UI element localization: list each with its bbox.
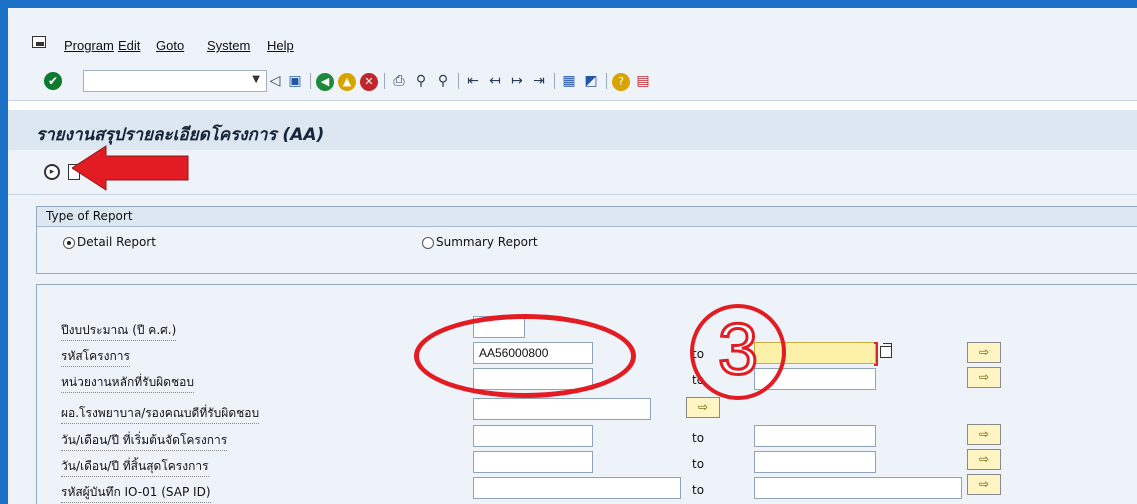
- director-multiple-selection-button[interactable]: ⇨: [686, 397, 720, 418]
- system-menu-icon[interactable]: [32, 36, 46, 48]
- summary-report-label[interactable]: Summary Report: [436, 235, 538, 249]
- project-start-date-to-label: to: [692, 431, 705, 445]
- project-code-multiple-selection-button[interactable]: ⇨: [967, 342, 1001, 363]
- standard-toolbar: ✔ ▼ ◁ ▣ ◀ ▲ ✕ ⎙ ⚲ ⚲ ⇤ ↤ ↦ ⇥ ▦ ◩ ? ▤: [8, 64, 1137, 101]
- detail-report-radio[interactable]: [63, 237, 75, 249]
- execute-icon[interactable]: ▸: [44, 164, 60, 180]
- report-type-group: Type of Report Detail Report Summary Rep…: [36, 206, 1137, 274]
- recorder-id-to-label: to: [692, 483, 705, 497]
- recorder-id-label: รหัสผู้บันทึก IO-01 (SAP ID): [61, 483, 211, 503]
- toolbar-separator: [384, 73, 385, 89]
- project-start-date-label: วัน/เดือน/ปี ที่เริ่มต้นจัดโครงการ: [61, 431, 228, 451]
- fiscal-year-label: ปีงบประมาณ (ปี ค.ศ.): [61, 321, 177, 341]
- recorder-id-multiple-selection-button[interactable]: ⇨: [967, 474, 1001, 495]
- find-icon[interactable]: ⚲: [412, 71, 430, 91]
- group-title: Type of Report: [37, 207, 1137, 227]
- project-end-date-to-input[interactable]: [754, 451, 876, 473]
- window-frame-left: [0, 0, 8, 504]
- project-start-date-from-input[interactable]: [473, 425, 593, 447]
- customize-layout-icon[interactable]: ▤: [634, 71, 652, 91]
- project-end-date-from-input[interactable]: [473, 451, 593, 473]
- help-icon[interactable]: ?: [612, 73, 630, 91]
- menu-edit[interactable]: Edit: [118, 38, 140, 53]
- toolbar-separator: [606, 73, 607, 89]
- step-number: 3: [716, 309, 759, 392]
- red-arrow-annotation: [72, 145, 189, 191]
- shortcut-icon[interactable]: ◩: [582, 71, 600, 91]
- cancel-icon[interactable]: ✕: [360, 73, 378, 91]
- save-icon[interactable]: ▣: [286, 71, 304, 91]
- toolbar-separator: [310, 73, 311, 89]
- back-icon[interactable]: ◁: [266, 71, 284, 91]
- summary-report-radio[interactable]: [422, 237, 434, 249]
- menu-program[interactable]: Program: [64, 38, 114, 53]
- responsible-unit-multiple-selection-button[interactable]: ⇨: [967, 367, 1001, 388]
- create-session-icon[interactable]: ▦: [560, 71, 578, 91]
- command-field[interactable]: ▼: [83, 70, 267, 92]
- toolbar-separator: [458, 73, 459, 89]
- menu-bar: Program Edit Goto System Help: [8, 8, 1137, 64]
- detail-report-label[interactable]: Detail Report: [77, 235, 156, 249]
- project-start-date-to-input[interactable]: [754, 425, 876, 447]
- first-page-icon[interactable]: ⇤: [464, 71, 482, 91]
- enter-icon[interactable]: ✔: [44, 72, 62, 90]
- copy-icon[interactable]: [880, 343, 892, 358]
- menu-help[interactable]: Help: [267, 38, 294, 53]
- focus-marker: [874, 342, 878, 366]
- recorder-id-to-input[interactable]: [754, 477, 962, 499]
- menu-system[interactable]: System: [207, 38, 250, 53]
- back-green-icon[interactable]: ◀: [316, 73, 334, 91]
- last-page-icon[interactable]: ⇥: [530, 71, 548, 91]
- exit-icon[interactable]: ▲: [338, 73, 356, 91]
- print-icon[interactable]: ⎙: [390, 71, 408, 91]
- toolbar-separator: [554, 73, 555, 89]
- director-label: ผอ.โรงพยาบาล/รองคณบดีที่รับผิดชอบ: [61, 404, 260, 424]
- responsible-unit-label: หน่วยงานหลักที่รับผิดชอบ: [61, 373, 194, 393]
- project-start-date-multiple-selection-button[interactable]: ⇨: [967, 424, 1001, 445]
- project-code-label: รหัสโครงการ: [61, 347, 130, 367]
- highlight-ellipse: [414, 314, 636, 398]
- find-next-icon[interactable]: ⚲: [434, 71, 452, 91]
- chevron-down-icon[interactable]: ▼: [252, 74, 260, 85]
- project-end-date-multiple-selection-button[interactable]: ⇨: [967, 449, 1001, 470]
- group-title-text: Type of Report: [46, 209, 133, 223]
- recorder-id-from-input[interactable]: [473, 477, 681, 499]
- window-frame-top: [0, 0, 1137, 8]
- previous-page-icon[interactable]: ↤: [486, 71, 504, 91]
- project-end-date-to-label: to: [692, 457, 705, 471]
- project-end-date-label: วัน/เดือน/ปี ที่สิ้นสุดโครงการ: [61, 457, 209, 477]
- next-page-icon[interactable]: ↦: [508, 71, 526, 91]
- director-input[interactable]: [473, 398, 651, 420]
- menu-goto[interactable]: Goto: [156, 38, 184, 53]
